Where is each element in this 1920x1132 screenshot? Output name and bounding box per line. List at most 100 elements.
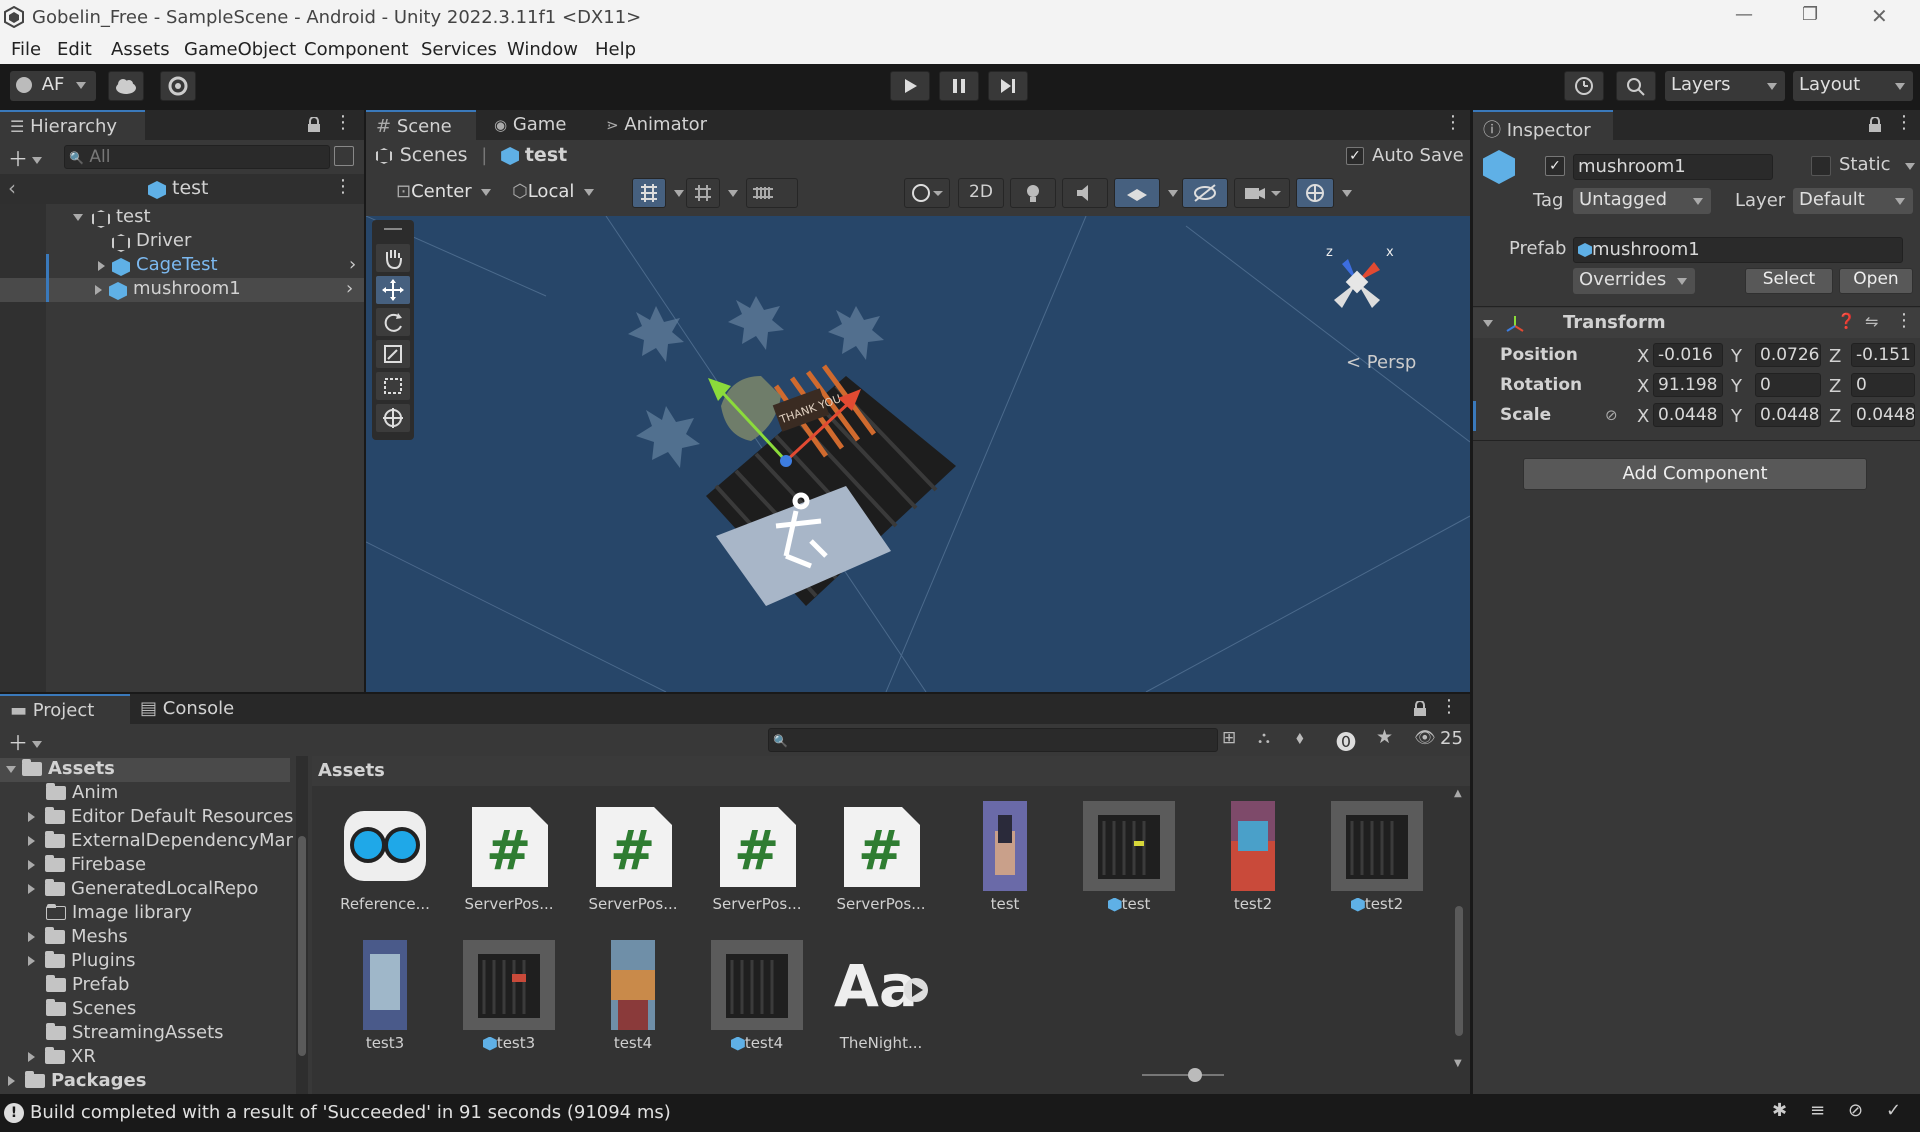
- asset-item[interactable]: test2: [1198, 801, 1308, 921]
- cloud-button[interactable]: [108, 71, 144, 101]
- network-off-icon[interactable]: ⊘: [1848, 1100, 1863, 1121]
- tree-item-firebase[interactable]: Firebase: [0, 854, 290, 878]
- scale-tool-button[interactable]: [376, 340, 410, 368]
- palette-handle[interactable]: [384, 228, 402, 230]
- tree-item-image-library[interactable]: Image library: [0, 902, 290, 926]
- move-tool-button[interactable]: [376, 276, 410, 304]
- hierarchy-item-mushroom1[interactable]: mushroom1 ›: [0, 278, 364, 302]
- collapse-arrow-icon[interactable]: [1483, 320, 1493, 327]
- space-dropdown[interactable]: ⬡Local: [506, 178, 606, 208]
- chevron-down-icon[interactable]: [1342, 190, 1352, 197]
- static-checkbox[interactable]: [1811, 156, 1831, 176]
- position-y-field[interactable]: 0.0726: [1755, 343, 1821, 367]
- tree-item-packages[interactable]: Packages: [0, 1070, 290, 1094]
- help-icon[interactable]: ❓: [1837, 312, 1856, 330]
- search-button[interactable]: [1616, 71, 1656, 101]
- asset-item[interactable]: Reference...: [330, 801, 440, 921]
- cache-server-icon[interactable]: ≡: [1810, 1100, 1825, 1121]
- close-button[interactable]: ✕: [1871, 4, 1888, 28]
- tab-project[interactable]: ▬ Project: [0, 694, 130, 724]
- rotate-tool-button[interactable]: [376, 308, 410, 336]
- search-scope-icon[interactable]: [334, 146, 354, 166]
- pivot-dropdown[interactable]: ⊡Center: [390, 178, 498, 208]
- asset-scrollbar[interactable]: ▲ ▼: [1452, 786, 1466, 1076]
- asset-item[interactable]: # ServerPos...: [454, 801, 564, 921]
- tab-animator[interactable]: ⋗ Animator: [596, 110, 726, 140]
- back-icon[interactable]: ‹: [8, 176, 16, 200]
- warning-filter-icon[interactable]: ⓿: [1336, 726, 1356, 755]
- tree-item-plugins[interactable]: Plugins: [0, 950, 290, 974]
- pause-button[interactable]: [939, 71, 979, 101]
- prefab-field[interactable]: mushroom1: [1573, 237, 1903, 263]
- tree-scrollbar-thumb[interactable]: [298, 836, 306, 1056]
- kebab-menu-icon[interactable]: ⋮: [1444, 112, 1462, 133]
- scale-z-field[interactable]: 0.0448: [1851, 403, 1915, 427]
- asset-item[interactable]: # ServerPos...: [826, 801, 936, 921]
- tree-item-assets[interactable]: Assets: [0, 758, 290, 782]
- hierarchy-search-input[interactable]: 🔍 All: [64, 145, 330, 169]
- scene-header-row[interactable]: ‹ test ⋮: [0, 174, 364, 204]
- tree-item-generatedlocalrepo[interactable]: GeneratedLocalRepo: [0, 878, 290, 902]
- 2d-toggle-button[interactable]: 2D: [958, 178, 1004, 208]
- tab-game[interactable]: ◉ Game: [484, 110, 584, 140]
- rotation-x-field[interactable]: 91.198: [1653, 373, 1723, 397]
- scene-visibility-button[interactable]: [1182, 178, 1228, 208]
- object-name-field[interactable]: mushroom1: [1573, 154, 1773, 180]
- layout-dropdown[interactable]: Layout: [1793, 71, 1913, 101]
- constrain-proportions-icon[interactable]: ⊘: [1605, 406, 1618, 424]
- hierarchy-item-test[interactable]: test: [46, 206, 364, 230]
- scale-x-field[interactable]: 0.0448: [1653, 403, 1723, 427]
- lock-icon[interactable]: [307, 117, 321, 133]
- asset-item[interactable]: test4: [578, 940, 688, 1060]
- tree-item-externaldependencymanager[interactable]: ExternalDependencyMar: [0, 830, 293, 854]
- tree-item-xr[interactable]: XR: [0, 1046, 290, 1070]
- add-icon[interactable]: ＋: [8, 143, 42, 172]
- menu-services[interactable]: Services: [421, 39, 497, 60]
- history-button[interactable]: [1564, 71, 1604, 101]
- asset-item[interactable]: test: [1074, 801, 1184, 921]
- scroll-up-icon[interactable]: ▲: [1454, 788, 1462, 799]
- position-x-field[interactable]: -0.016: [1653, 343, 1723, 367]
- menu-gameobject[interactable]: GameObject: [184, 39, 296, 60]
- asset-item[interactable]: test: [950, 801, 1060, 921]
- asset-item[interactable]: Aa TheNight...: [826, 940, 936, 1060]
- zoom-slider-thumb[interactable]: [1188, 1068, 1202, 1082]
- tree-item-prefab[interactable]: Prefab: [0, 974, 290, 998]
- effects-toggle-button[interactable]: [1114, 178, 1160, 208]
- asset-item[interactable]: # ServerPos...: [702, 801, 812, 921]
- perspective-toggle[interactable]: < Persp: [1346, 352, 1416, 373]
- auto-save-checkbox[interactable]: ✓: [1346, 147, 1364, 165]
- kebab-menu-icon[interactable]: ⋮: [1895, 112, 1913, 133]
- kebab-menu-icon[interactable]: ⋮: [334, 176, 352, 197]
- tree-scrollbar[interactable]: [296, 756, 308, 1094]
- scale-y-field[interactable]: 0.0448: [1755, 403, 1821, 427]
- asset-item[interactable]: test3: [454, 940, 564, 1060]
- rotation-z-field[interactable]: 0: [1851, 373, 1915, 397]
- breadcrumb-root[interactable]: Scenes: [400, 144, 468, 166]
- asset-item[interactable]: # ServerPos...: [578, 801, 688, 921]
- tree-item-streamingassets[interactable]: StreamingAssets: [0, 1022, 290, 1046]
- audio-toggle-button[interactable]: [1062, 178, 1108, 208]
- hierarchy-item-cagetest[interactable]: CageTest ›: [46, 254, 364, 278]
- expand-arrow-icon[interactable]: [98, 261, 105, 271]
- expand-arrow-icon[interactable]: [73, 214, 83, 221]
- debug-icon[interactable]: ✱: [1772, 1100, 1787, 1121]
- chevron-down-icon[interactable]: [674, 190, 684, 197]
- camera-settings-button[interactable]: [1234, 178, 1290, 208]
- overrides-dropdown[interactable]: Overrides: [1573, 268, 1695, 294]
- minimize-button[interactable]: —: [1735, 4, 1753, 25]
- tree-item-meshs[interactable]: Meshs: [0, 926, 290, 950]
- asset-scrollbar-thumb[interactable]: [1455, 906, 1463, 1036]
- kebab-menu-icon[interactable]: ⋮: [334, 112, 352, 133]
- active-checkbox[interactable]: ✓: [1545, 156, 1565, 176]
- layers-dropdown[interactable]: Layers: [1665, 71, 1785, 101]
- lighting-toggle-button[interactable]: [1010, 178, 1056, 208]
- breadcrumb-current[interactable]: test: [525, 144, 567, 166]
- filter-icon[interactable]: ⛬: [1258, 728, 1270, 748]
- project-search-input[interactable]: 🔍: [768, 728, 1218, 752]
- status-message[interactable]: Build completed with a result of 'Succee…: [30, 1102, 671, 1123]
- scene-viewport[interactable]: THANK YOU z x < Persp: [366, 216, 1470, 692]
- orientation-gizmo[interactable]: z x: [1312, 242, 1402, 322]
- collab-button[interactable]: [160, 71, 196, 101]
- add-component-button[interactable]: Add Component: [1523, 458, 1867, 490]
